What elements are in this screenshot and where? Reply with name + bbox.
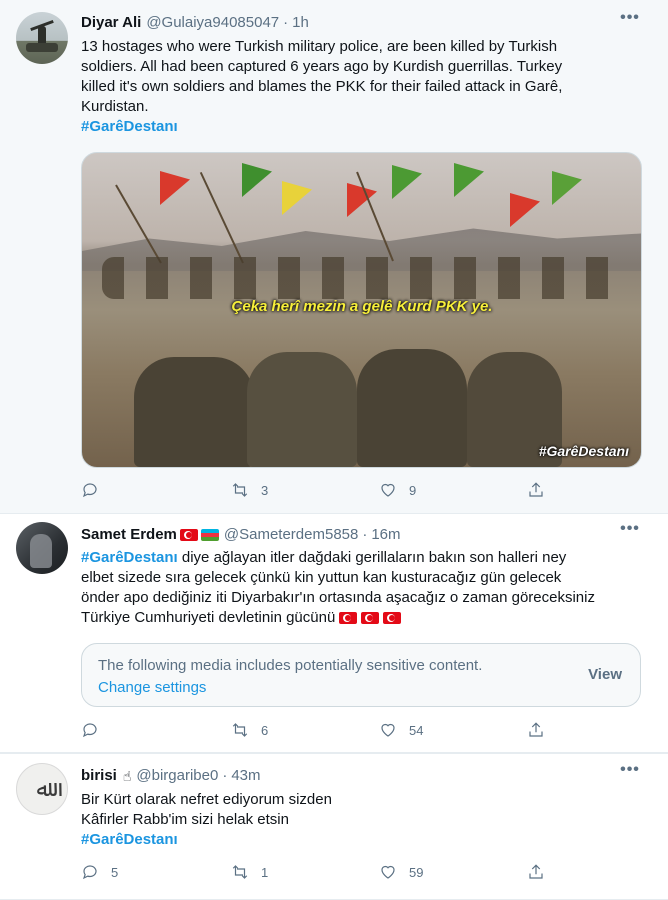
tweet-text-line: killed it's own soldiers and blames the … bbox=[81, 78, 563, 95]
timestamp[interactable]: 16m bbox=[371, 525, 400, 545]
tweet-text-line: Bir Kürt olarak nefret ediyorum sizden bbox=[81, 791, 332, 808]
more-options-icon[interactable]: ••• bbox=[620, 762, 640, 784]
azerbaijan-flag-icon bbox=[200, 529, 219, 541]
like-button[interactable]: 9 bbox=[379, 480, 416, 500]
hashtag-link[interactable]: #GarêDestanı bbox=[81, 549, 178, 566]
retweet-button[interactable]: 3 bbox=[231, 480, 268, 500]
reply-count: 5 bbox=[111, 864, 119, 880]
pointing-hand-icon: ☝ bbox=[122, 768, 132, 784]
reply-icon bbox=[82, 483, 97, 498]
heart-icon bbox=[381, 723, 395, 737]
sensitive-media-notice: The following media includes potentially… bbox=[81, 643, 641, 707]
author-handle[interactable]: @birgaribe0 bbox=[136, 766, 218, 786]
tweet-actions: 6 54 bbox=[81, 720, 551, 740]
retweet-button[interactable]: 1 bbox=[231, 862, 268, 882]
retweet-icon bbox=[232, 483, 248, 497]
tweet-text-line: önder apo dediğiniz iti Diyarbakır'ın or… bbox=[81, 589, 595, 606]
turkey-flag-icon bbox=[179, 529, 198, 541]
timeline: Diyar Ali @Gulaiya94085047 · 1h ••• 13 h… bbox=[0, 0, 668, 900]
turkey-flag-icon bbox=[383, 612, 402, 625]
retweet-count: 3 bbox=[261, 482, 269, 498]
tweet-image[interactable]: Çeka herî mezin a gelê Kurd PKK ye. #Gar… bbox=[81, 152, 642, 468]
retweet-icon bbox=[232, 723, 248, 737]
separator-dot: · bbox=[283, 14, 289, 31]
share-button[interactable] bbox=[527, 480, 545, 500]
image-fighter bbox=[357, 349, 467, 467]
share-button[interactable] bbox=[527, 720, 545, 740]
reply-button[interactable] bbox=[81, 480, 111, 500]
change-settings-link[interactable]: Change settings bbox=[98, 678, 206, 698]
avatar[interactable]: ﷲ bbox=[16, 763, 68, 815]
tweet-text: 13 hostages who were Turkish military po… bbox=[81, 37, 651, 137]
retweet-icon bbox=[232, 865, 248, 879]
image-fighters-row bbox=[102, 257, 622, 299]
retweet-button[interactable]: 6 bbox=[231, 720, 268, 740]
author-name[interactable]: Samet Erdem bbox=[81, 525, 177, 545]
tweet-header: birisi ☝ @birgaribe0 · 43m bbox=[81, 766, 261, 786]
share-icon bbox=[529, 722, 543, 737]
tweet-text-line: diye ağlayan itler dağdaki gerillaların … bbox=[177, 549, 567, 566]
turkey-flag-icon bbox=[361, 612, 380, 625]
tweet-text: Bir Kürt olarak nefret ediyorum sizden K… bbox=[81, 790, 651, 850]
like-count: 9 bbox=[409, 482, 417, 498]
image-hashtag: #GarêDestanı bbox=[538, 443, 629, 459]
timestamp[interactable]: 1h bbox=[292, 13, 309, 33]
more-options-icon[interactable]: ••• bbox=[620, 10, 640, 32]
sensitive-media-message: The following media includes potentially… bbox=[98, 657, 483, 674]
image-caption: Çeka herî mezin a gelê Kurd PKK ye. bbox=[231, 298, 493, 315]
heart-icon bbox=[381, 483, 395, 497]
author-name[interactable]: birisi bbox=[81, 766, 117, 786]
author-handle[interactable]: @Sameterdem5858 bbox=[224, 525, 358, 545]
heart-icon bbox=[381, 865, 395, 879]
retweet-count: 1 bbox=[261, 864, 269, 880]
image-fighter bbox=[247, 352, 357, 467]
like-button[interactable]: 59 bbox=[379, 862, 423, 882]
reply-icon bbox=[82, 723, 97, 738]
reply-button[interactable]: 5 bbox=[81, 862, 118, 882]
tweet-actions: 5 1 59 bbox=[81, 862, 551, 882]
view-button[interactable]: View bbox=[588, 666, 622, 683]
tweet-text-line: Kurdistan. bbox=[81, 98, 149, 115]
separator-dot: · bbox=[362, 526, 368, 543]
avatar[interactable] bbox=[16, 522, 68, 574]
more-options-icon[interactable]: ••• bbox=[620, 521, 640, 543]
share-icon bbox=[529, 864, 543, 879]
avatar[interactable] bbox=[16, 12, 68, 64]
hashtag-link[interactable]: #GarêDestanı bbox=[81, 831, 178, 848]
like-count: 54 bbox=[409, 722, 424, 738]
like-count: 59 bbox=[409, 864, 424, 880]
author-handle[interactable]: @Gulaiya94085047 bbox=[146, 13, 279, 33]
hashtag-link[interactable]: #GarêDestanı bbox=[81, 118, 178, 135]
separator-dot: · bbox=[222, 767, 228, 784]
tweet-text-line: 13 hostages who were Turkish military po… bbox=[81, 38, 558, 55]
tweet-header: Samet Erdem @Sameterdem5858 · 16m bbox=[81, 525, 401, 545]
tweet-text-line: Kâfirler Rabb'im sizi helak etsin bbox=[81, 811, 289, 828]
tweet-text-line: elbet sizede sıra gelecek çünkü kin yutt… bbox=[81, 569, 562, 586]
tweet-header: Diyar Ali @Gulaiya94085047 · 1h bbox=[81, 13, 309, 33]
tweet-actions: 3 9 bbox=[81, 480, 551, 500]
share-icon bbox=[529, 482, 543, 497]
author-name[interactable]: Diyar Ali bbox=[81, 13, 141, 33]
turkey-flag-icon bbox=[339, 612, 358, 625]
timestamp[interactable]: 43m bbox=[231, 766, 260, 786]
share-button[interactable] bbox=[527, 862, 545, 882]
reply-button[interactable] bbox=[81, 720, 111, 740]
like-button[interactable]: 54 bbox=[379, 720, 423, 740]
tweet-text-line: Türkiye Cumhuriyeti devletinin gücünü bbox=[81, 609, 336, 626]
retweet-count: 6 bbox=[261, 722, 269, 738]
image-fighter bbox=[134, 357, 254, 467]
reply-icon bbox=[82, 865, 97, 880]
tweet-text: #GarêDestanı diye ağlayan itler dağdaki … bbox=[81, 548, 651, 628]
tweet-text-line: soldiers. All had been captured 6 years … bbox=[81, 58, 563, 75]
